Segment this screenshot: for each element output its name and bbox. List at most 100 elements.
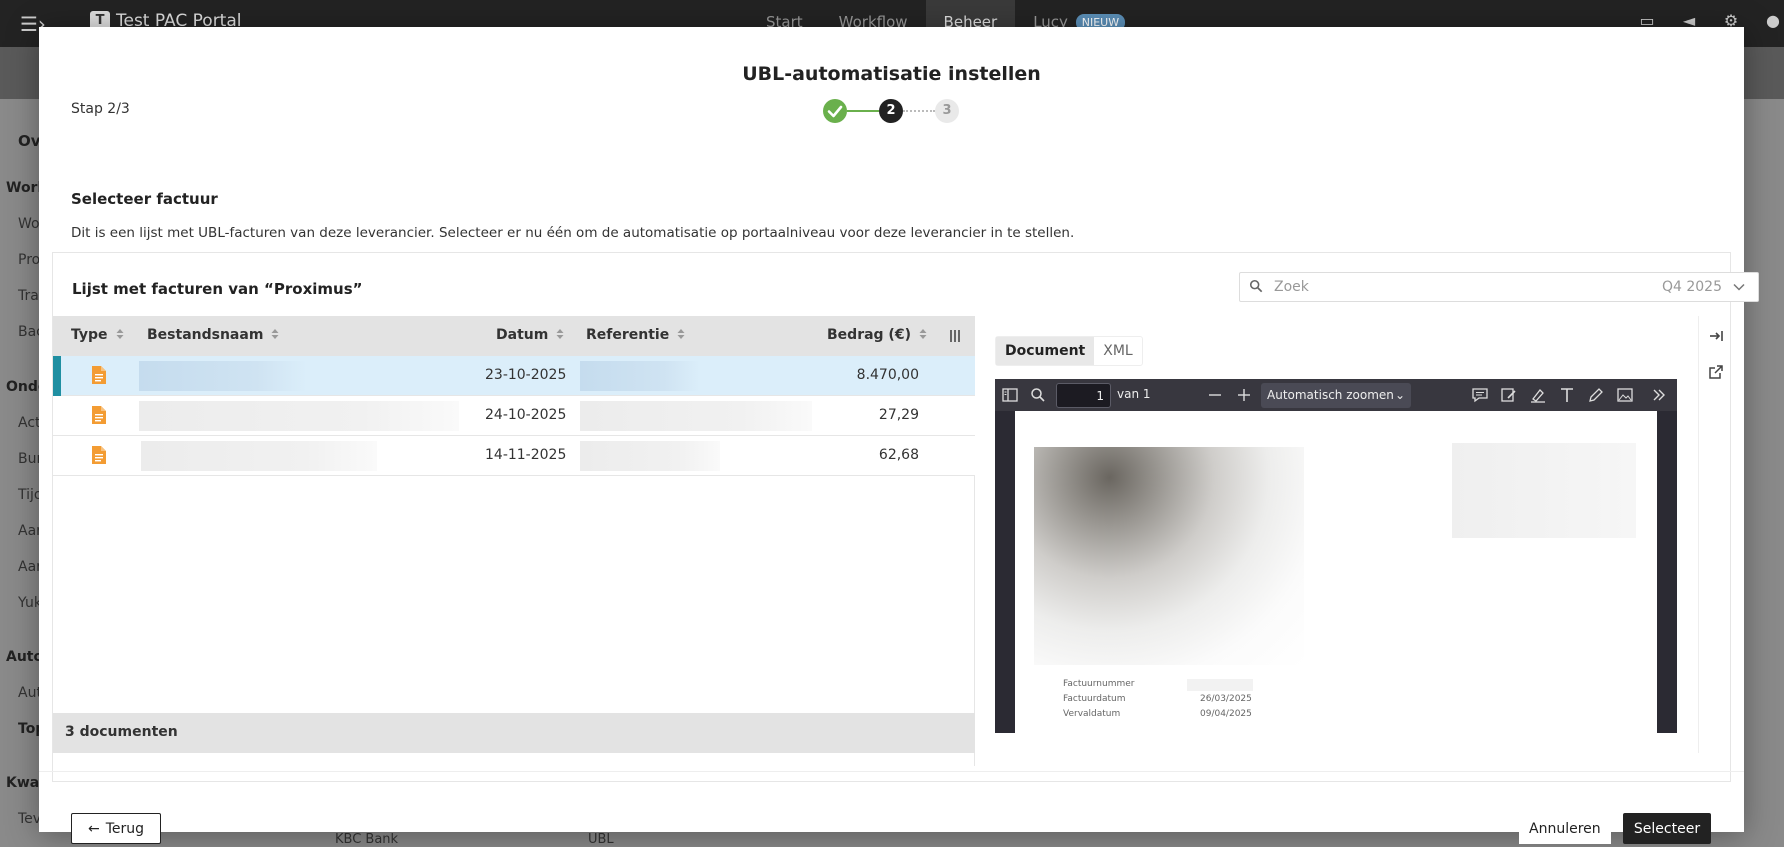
sidebar-item[interactable]: Tra <box>18 288 39 304</box>
invoice-field-row: Factuurdatum 26/03/2025 <box>1063 692 1263 707</box>
search-icon <box>1249 279 1263 293</box>
ubl-automation-modal: UBL-automatisatie instellen Stap 2/3 2 3… <box>39 27 1759 844</box>
table-row[interactable]: 23-10-2025 8.470,00 <box>53 356 975 396</box>
filename-redacted <box>139 401 459 431</box>
col-amount-label: Bedrag (€) <box>827 327 911 343</box>
tab-document[interactable]: Document <box>996 337 1095 365</box>
col-type[interactable]: Type <box>71 327 125 343</box>
col-date[interactable]: Datum <box>496 327 565 343</box>
col-type-label: Type <box>71 327 108 343</box>
sidebar-toggle-icon[interactable] <box>1001 386 1019 404</box>
page-number-input[interactable] <box>1056 383 1111 408</box>
sidebar-item[interactable]: Wo <box>18 216 40 232</box>
field-value: 09/04/2025 <box>1200 709 1252 719</box>
draw-icon[interactable] <box>1587 386 1605 404</box>
background-row-name: KBC Bank <box>335 832 399 847</box>
field-label: Factuurnummer <box>1063 679 1135 689</box>
sort-icon <box>919 329 927 339</box>
sort-icon <box>271 329 279 339</box>
search-input[interactable] <box>1274 277 1634 297</box>
search-icon[interactable] <box>1029 386 1047 404</box>
section-description: Dit is een lijst met UBL-facturen van de… <box>71 225 1075 241</box>
modal-title: UBL-automatisatie instellen <box>742 63 1041 85</box>
comment-icon[interactable] <box>1471 386 1489 404</box>
sidebar-item[interactable]: Pro <box>18 252 40 268</box>
select-button[interactable]: Selecteer <box>1623 813 1711 844</box>
row-amount: 27,29 <box>878 407 919 423</box>
logo-redacted <box>1034 447 1304 665</box>
col-amount[interactable]: Bedrag (€) <box>827 327 928 343</box>
reference-redacted <box>580 441 720 471</box>
field-value: 26/03/2025 <box>1200 694 1252 704</box>
col-filename-label: Bestandsnaam <box>147 327 264 343</box>
table-row[interactable]: 14-11-2025 62,68 <box>53 436 975 476</box>
highlight-icon[interactable] <box>1529 386 1547 404</box>
filename-redacted <box>141 441 377 471</box>
tab-xml[interactable]: XML <box>1094 337 1141 365</box>
background-right-edge <box>1744 99 1784 847</box>
invoice-field-row: Vervaldatum 09/04/2025 <box>1063 707 1263 722</box>
back-button[interactable]: ← Terug <box>71 813 161 844</box>
file-icon <box>92 366 106 384</box>
table-footer: 3 documenten <box>53 713 975 753</box>
invoice-table: Type Bestandsnaam Datum Referentie Bedra… <box>53 316 975 766</box>
collapse-panel-icon[interactable] <box>1708 328 1724 344</box>
row-date: 24-10-2025 <box>485 407 567 423</box>
row-date: 23-10-2025 <box>485 367 567 383</box>
section-title: Selecteer factuur <box>71 190 218 208</box>
image-icon[interactable] <box>1616 386 1634 404</box>
col-filename[interactable]: Bestandsnaam <box>147 327 280 343</box>
zoom-out-icon[interactable] <box>1206 386 1224 404</box>
modal-footer: ← Terug Annuleren Selecteer <box>39 771 1744 844</box>
step-2-current: 2 <box>879 99 903 123</box>
signature-icon[interactable] <box>1500 386 1518 404</box>
step-1-done <box>823 99 847 123</box>
user-icon[interactable]: ● <box>1762 11 1784 30</box>
sort-icon <box>556 329 564 339</box>
sidebar-item[interactable]: Tev <box>18 811 41 827</box>
page-total: van 1 <box>1117 387 1151 401</box>
arrow-left-icon: ← <box>87 820 100 837</box>
chevron-down-icon[interactable] <box>1732 280 1746 294</box>
zoom-select[interactable]: Automatisch zoomen ⌄ <box>1261 383 1411 408</box>
document-preview: Document XML van 1 Automatisch zoomen⌄ <box>975 316 1695 753</box>
open-external-icon[interactable] <box>1708 364 1724 380</box>
row-date: 14-11-2025 <box>485 447 567 463</box>
invoice-panel: Lijst met facturen van “Proximus” Q4 202… <box>52 252 1759 782</box>
cancel-button[interactable]: Annuleren <box>1519 814 1611 844</box>
filename-redacted <box>139 361 307 391</box>
address-redacted <box>1452 443 1636 538</box>
stepper: 2 3 <box>823 99 1003 125</box>
col-reference[interactable]: Referentie <box>586 327 686 343</box>
col-reference-label: Referentie <box>586 327 670 343</box>
chevron-down-icon: ⌄ <box>1394 388 1405 402</box>
sort-icon <box>116 329 124 339</box>
panel-title: Lijst met facturen van “Proximus” <box>72 280 363 298</box>
preview-side-actions <box>1698 316 1732 753</box>
period-select[interactable]: Q4 2025 <box>1662 279 1722 295</box>
field-value-redacted <box>1187 679 1253 691</box>
preview-tabs: Document XML <box>995 336 1143 366</box>
field-label: Vervaldatum <box>1063 709 1121 719</box>
sort-icon <box>677 329 685 339</box>
pdf-page: Factuurnummer Factuurdatum 26/03/2025 Ve… <box>1015 411 1657 733</box>
step-connector-pending <box>903 110 935 112</box>
zoom-in-icon[interactable] <box>1235 386 1253 404</box>
reference-redacted <box>580 401 812 431</box>
sidebar-group: Auto <box>6 649 44 665</box>
more-tools-icon[interactable] <box>1650 386 1668 404</box>
text-icon[interactable] <box>1558 386 1576 404</box>
step-connector-done <box>847 110 879 112</box>
column-settings-icon[interactable] <box>948 329 962 343</box>
background-table-row: KBC Bank UBL <box>0 832 1784 847</box>
zoom-value: Automatisch zoomen <box>1267 388 1394 402</box>
background-sidebar: Ov Work Wo Pro Tra Bac Onde Act Bur Tijo… <box>0 99 47 847</box>
search-filter[interactable]: Q4 2025 <box>1239 272 1759 302</box>
step-label: Stap 2/3 <box>71 101 130 117</box>
field-label: Factuurdatum <box>1063 694 1126 704</box>
sidebar-heading: Ov <box>18 132 41 150</box>
table-header: Type Bestandsnaam Datum Referentie Bedra… <box>53 316 975 356</box>
sidebar-item[interactable]: Act <box>18 415 41 431</box>
back-label: Terug <box>105 820 145 837</box>
table-row[interactable]: 24-10-2025 27,29 <box>53 396 975 436</box>
